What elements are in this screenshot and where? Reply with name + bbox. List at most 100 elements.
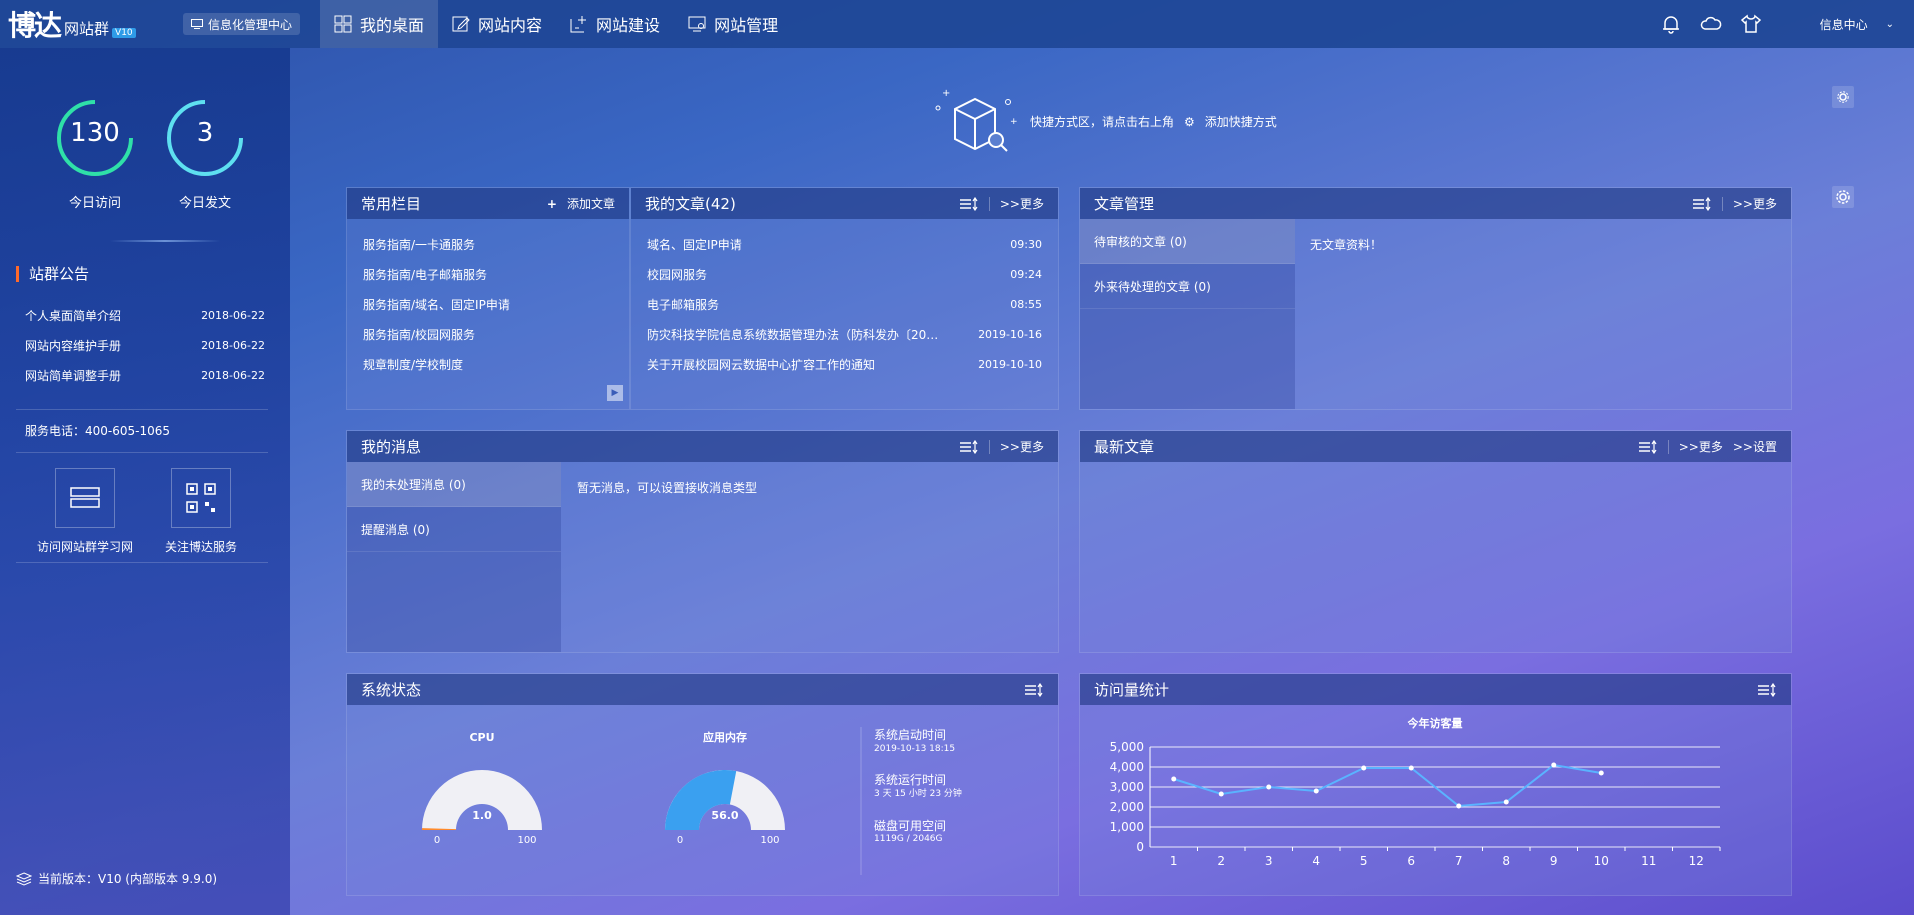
list-item-label: 服务指南/域名、固定IP申请 [363, 297, 510, 312]
notice-item-date: 2018-06-22 [201, 308, 265, 322]
tab-external-pending[interactable]: 外来待处理的文章 (0) [1080, 264, 1295, 309]
bell-icon[interactable] [1660, 13, 1682, 35]
list-item[interactable]: 服务指南/校园网服务 [363, 319, 613, 349]
menu-sort-icon[interactable] [1024, 682, 1044, 697]
x-tick-label: 4 [1312, 854, 1320, 868]
panel-tools: >>更多 [959, 195, 1044, 212]
panel-tools: >>更多 [959, 438, 1044, 455]
more-link[interactable]: >>更多 [1733, 195, 1777, 212]
panel-tools: >>更多 >>设置 [1638, 438, 1777, 455]
data-point [1266, 784, 1272, 790]
x-tick-label: 5 [1360, 854, 1368, 868]
divider [988, 196, 990, 211]
monitor-icon [688, 16, 706, 32]
cloud-icon[interactable] [1700, 13, 1722, 35]
article-tabs: 待审核的文章 (0) 外来待处理的文章 (0) [1080, 219, 1295, 409]
divider [1667, 439, 1669, 454]
menu-sort-icon[interactable] [1638, 439, 1658, 454]
more-link[interactable]: >>更多 [1000, 195, 1044, 212]
panel-tools: >>更多 [1692, 195, 1777, 212]
shirt-icon[interactable] [1740, 13, 1762, 35]
mgmt-center-button[interactable]: 信息化管理中心 [183, 13, 301, 35]
list-item[interactable]: 域名、固定IP申请 09:30 [647, 229, 1042, 259]
x-tick-label: 7 [1455, 854, 1463, 868]
y-tick-label: 2,000 [1110, 800, 1144, 814]
list-item[interactable]: 电子邮箱服务 08:55 [647, 289, 1042, 319]
menu-sort-icon[interactable] [1692, 196, 1712, 211]
notice-item[interactable]: 网站简单调整手册 2018-06-22 [25, 360, 265, 390]
nav-desktop[interactable]: 我的桌面 [320, 0, 439, 48]
tab-pending-review[interactable]: 待审核的文章 (0) [1080, 219, 1295, 264]
notice-item-date: 2018-06-22 [201, 338, 265, 352]
nav-manage-label: 网站管理 [714, 16, 779, 35]
add-article-label: 添加文章 [566, 197, 615, 211]
add-article-button[interactable]: + 添加文章 [547, 195, 615, 212]
info-center-link[interactable]: 信息中心 [1820, 16, 1868, 33]
empty-message: 暂无消息，可以设置接收消息类型 [577, 481, 758, 495]
more-link[interactable]: >>更多 [1679, 438, 1723, 455]
notice-item-title: 网站简单调整手册 [25, 368, 122, 383]
add-shortcut-link[interactable]: 添加快捷方式 [1205, 113, 1277, 130]
more-link[interactable]: >>更多 [1000, 438, 1044, 455]
data-point [1456, 803, 1462, 809]
gear-icon[interactable] [1832, 86, 1854, 108]
divider [16, 562, 268, 563]
divider [110, 240, 220, 242]
notice-item[interactable]: 个人桌面简单介绍 2018-06-22 [25, 300, 265, 330]
data-point [1218, 791, 1224, 797]
quick-link-learning[interactable]: 访问网站群学习网 [20, 468, 150, 555]
list-item[interactable]: 服务指南/一卡通服务 [363, 229, 613, 259]
logo-main: 博达 [8, 9, 62, 42]
svg-text:+: + [942, 88, 950, 99]
list-item-time: 08:55 [1010, 297, 1042, 311]
list-item-time: 2019-10-16 [978, 327, 1042, 341]
mem-gauge-max: 100 [760, 835, 779, 846]
y-tick-label: 3,000 [1110, 780, 1144, 794]
stat-today-visits: 130 今日访问 [40, 98, 150, 211]
version-label: 当前版本：V10 (内部版本 9.9.0) [38, 872, 218, 886]
cpu-gauge-value: 1.0 [472, 809, 492, 822]
data-point [1551, 762, 1557, 768]
quick-link-label: 访问网站群学习网 [36, 540, 133, 554]
cpu-gauge-min: 0 [434, 835, 440, 846]
data-point [1598, 770, 1604, 776]
play-arrow-icon[interactable]: ▶ [607, 385, 623, 401]
menu-sort-icon[interactable] [959, 196, 979, 211]
x-tick-label: 12 [1689, 854, 1704, 868]
visits-ring: 130 [55, 98, 135, 178]
panel-header: 文章管理 >>更多 [1080, 188, 1791, 219]
panel-title: 我的文章(42) [645, 195, 736, 213]
nav-build[interactable]: 网站建设 [556, 0, 674, 48]
x-tick-label: 10 [1594, 854, 1609, 868]
menu-sort-icon[interactable] [1757, 682, 1777, 697]
tab-reminders[interactable]: 提醒消息 (0) [347, 507, 561, 552]
logo[interactable]: 博达 网站群 V10 [8, 4, 158, 44]
nav-manage[interactable]: 网站管理 [674, 0, 792, 48]
panel-title: 系统状态 [361, 681, 422, 699]
list-item[interactable]: 服务指南/电子邮箱服务 [363, 259, 613, 289]
tab-unprocessed-messages[interactable]: 我的未处理消息 (0) [347, 462, 561, 507]
notice-item[interactable]: 网站内容维护手册 2018-06-22 [25, 330, 265, 360]
quick-link-follow[interactable]: 关注博达服务 [136, 468, 266, 555]
list-item[interactable]: 服务指南/域名、固定IP申请 [363, 289, 613, 319]
list-item[interactable]: 防灾科技学院信息系统数据管理办法（防科发办〔20… 2019-10-16 [647, 319, 1042, 349]
settings-link[interactable]: >>设置 [1733, 438, 1777, 455]
svg-text:+: + [1010, 117, 1018, 127]
tab-label: 我的未处理消息 (0) [361, 477, 466, 492]
nav-desktop-label: 我的桌面 [360, 16, 425, 35]
list-item-label: 服务指南/电子邮箱服务 [363, 267, 488, 282]
box-icon: + + [935, 88, 1018, 152]
list-item-label: 规章制度/学校制度 [363, 357, 464, 372]
gear-icon[interactable] [1832, 186, 1854, 208]
menu-sort-icon[interactable] [959, 439, 979, 454]
list-item[interactable]: 规章制度/学校制度 [363, 349, 613, 379]
empty-message: 无文章资料！ [1310, 238, 1383, 252]
list-item[interactable]: 校园网服务 09:24 [647, 259, 1042, 289]
notice-item-date: 2018-06-22 [201, 368, 265, 382]
list-item-title: 关于开展校园网云数据中心扩容工作的通知 [647, 357, 876, 372]
list-item[interactable]: 关于开展校园网云数据中心扩容工作的通知 2019-10-10 [647, 349, 1042, 379]
nav-content[interactable]: 网站内容 [438, 0, 556, 48]
x-tick-label: 3 [1265, 854, 1273, 868]
chevron-down-icon[interactable]: ⌄ [1886, 19, 1894, 30]
nav-content-label: 网站内容 [478, 16, 543, 35]
